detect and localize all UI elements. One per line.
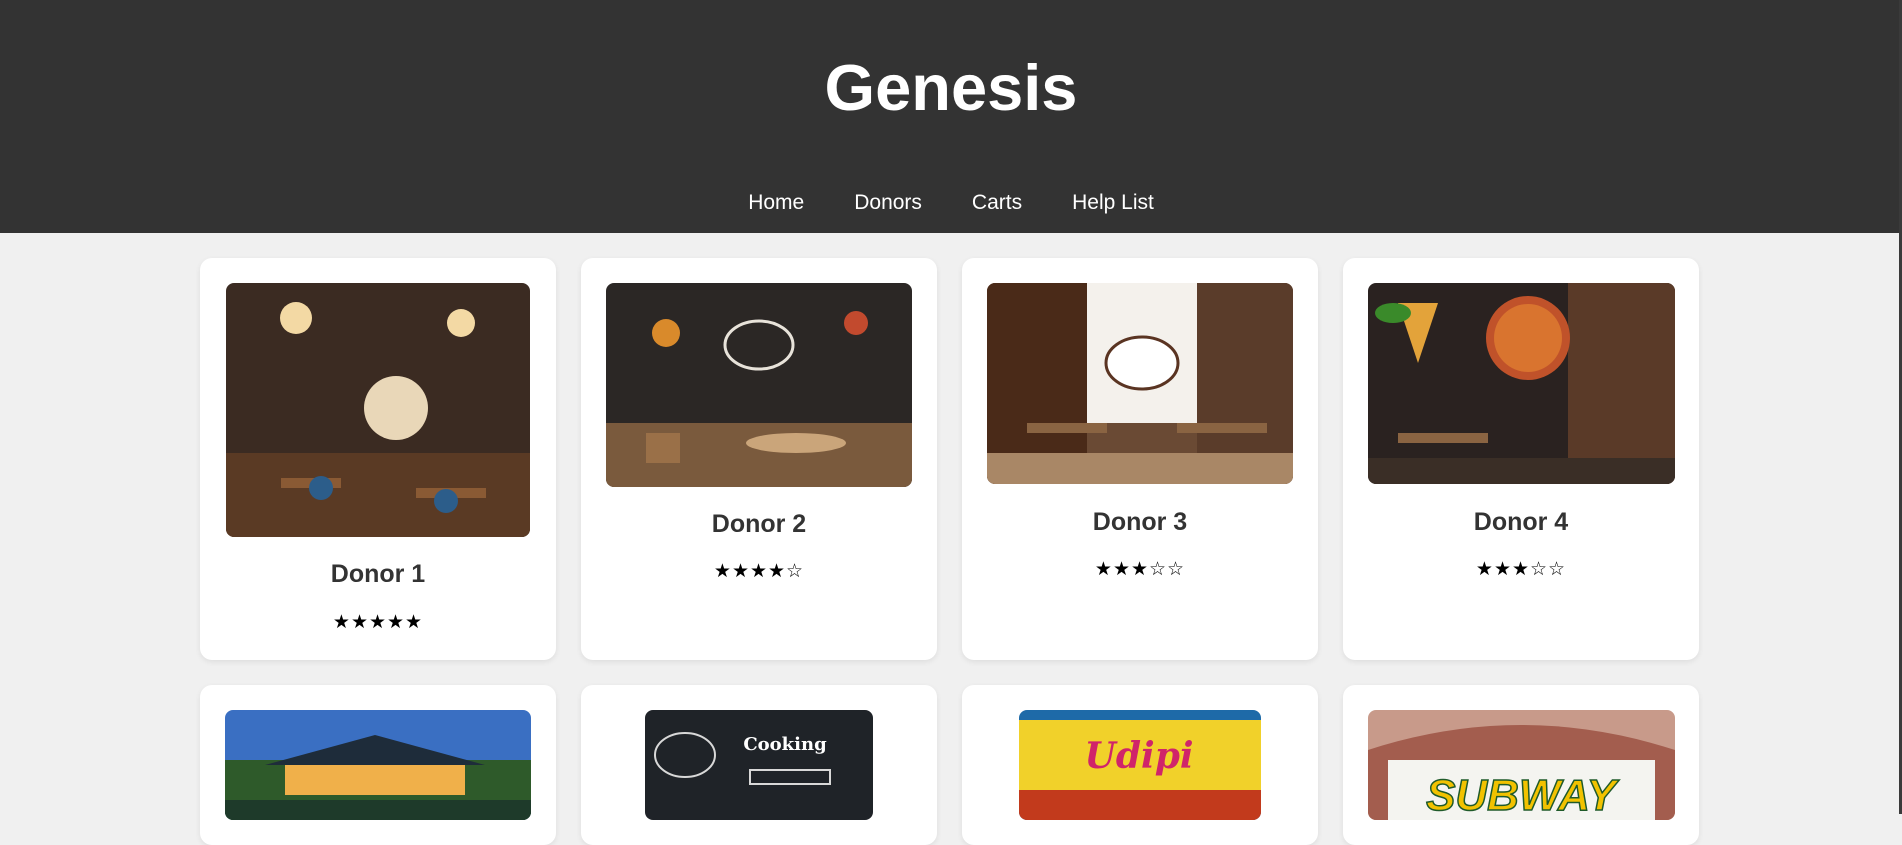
nav-carts[interactable]: Carts: [947, 188, 1047, 218]
donor-name: Donor 1: [330, 560, 426, 588]
cooking-text: Cooking: [743, 734, 827, 755]
restaurant-menu-image: [606, 283, 912, 487]
main-nav: Home Donors Carts Help List: [0, 188, 1902, 218]
udipi-sign-text: Udipi: [1084, 735, 1193, 777]
donor-name: Donor 4: [1473, 508, 1569, 536]
donor-card-7[interactable]: Udipi: [962, 685, 1318, 845]
nav-donors[interactable]: Donors: [829, 188, 947, 218]
donor-card-2[interactable]: Donor 2 ★★★★☆: [581, 258, 937, 660]
cooking-chalkboard-image: Cooking: [645, 710, 873, 820]
subway-sign-text: SUBWAY: [1426, 771, 1620, 820]
resort-restaurant-image: [225, 710, 531, 820]
donor-card-3[interactable]: Donor 3 ★★★☆☆: [962, 258, 1318, 660]
donor-card-5[interactable]: [200, 685, 556, 845]
subway-store-image: SUBWAY: [1368, 710, 1675, 820]
donor-card-4[interactable]: Donor 4 ★★★☆☆: [1343, 258, 1699, 660]
star-rating: ★★★☆☆: [1475, 559, 1567, 580]
donor-card-1[interactable]: Donor 1 ★★★★★: [200, 258, 556, 660]
coffee-restaurant-image: [987, 283, 1293, 484]
star-rating: ★★★☆☆: [1094, 559, 1186, 580]
donor-card-6[interactable]: Cooking: [581, 685, 937, 845]
nav-help-list[interactable]: Help List: [1047, 188, 1179, 218]
donor-name: Donor 3: [1092, 508, 1188, 536]
site-title: Genesis: [824, 51, 1078, 124]
pizza-restaurant-image: [1368, 283, 1675, 484]
donor-name: Donor 2: [711, 510, 807, 538]
nav-home[interactable]: Home: [723, 188, 829, 218]
udipi-restaurant-image: Udipi: [1019, 710, 1261, 820]
site-header: Genesis Home Donors Carts Help List: [0, 0, 1902, 233]
donor-card-8[interactable]: SUBWAY: [1343, 685, 1699, 845]
star-rating: ★★★★★: [332, 612, 424, 633]
star-rating: ★★★★☆: [713, 561, 805, 582]
coffee-house-image: [226, 283, 530, 537]
